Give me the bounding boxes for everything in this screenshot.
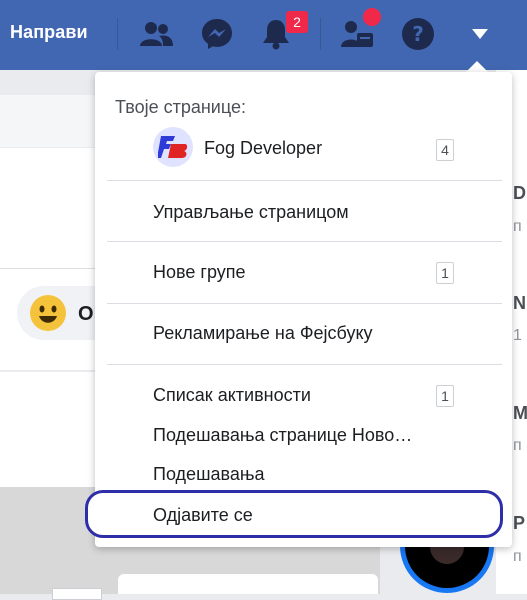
advertise-item[interactable]: Рекламирање на Фејсбуку [153, 323, 373, 344]
logout-highlight [85, 490, 503, 538]
help-icon[interactable]: ? [398, 14, 438, 54]
sidebar-text: N [513, 293, 526, 313]
sidebar-text: M [513, 403, 527, 423]
sidebar-text: п [513, 548, 522, 565]
feed-chip [52, 588, 102, 600]
page-count-badge: 4 [436, 139, 454, 161]
sidebar-text: п [513, 437, 522, 454]
create-button[interactable]: Направи [10, 22, 88, 43]
logout-item[interactable]: Одјавите се [153, 505, 253, 526]
manage-page-item[interactable]: Управљање страницом [153, 202, 349, 223]
page-link-fog-developer[interactable]: Fog Developer [204, 138, 322, 159]
divider [107, 180, 502, 181]
sidebar-text: п [513, 218, 522, 235]
messenger-icon[interactable] [197, 14, 237, 54]
svg-text:?: ? [412, 22, 424, 46]
sidebar-text: P [513, 513, 526, 533]
menu-caret [466, 61, 488, 72]
feeling-label: О [78, 303, 94, 325]
new-groups-count-badge: 1 [436, 262, 454, 284]
sidebar-text: D [513, 183, 526, 203]
pages-notification-dot [363, 8, 381, 26]
settings-item[interactable]: Подешавања [153, 464, 265, 485]
account-dropdown-menu: Твоје странице: Fog Developer 4 Управљањ… [85, 72, 512, 547]
smiley-icon [30, 295, 66, 331]
new-groups-item[interactable]: Нове групе [153, 262, 246, 283]
top-navigation-bar: Направи 2 ? [0, 0, 527, 70]
divider [107, 303, 502, 304]
notifications-badge: 2 [286, 11, 308, 33]
news-feed-preferences-item[interactable]: Подешавања странице Ново… [153, 425, 412, 446]
your-pages-header: Твоје странице: [115, 97, 246, 117]
feed-inner-card [118, 574, 378, 594]
sidebar-text: 1 [513, 327, 522, 344]
separator [320, 18, 321, 50]
page-logo-icon[interactable] [153, 127, 193, 167]
divider [107, 364, 502, 365]
account-menu-chevron-icon[interactable] [460, 14, 500, 54]
activity-count-badge: 1 [436, 385, 454, 407]
activity-log-item[interactable]: Списак активности [153, 385, 311, 406]
friend-requests-icon[interactable] [136, 14, 176, 54]
divider [107, 241, 502, 242]
separator [117, 18, 118, 50]
